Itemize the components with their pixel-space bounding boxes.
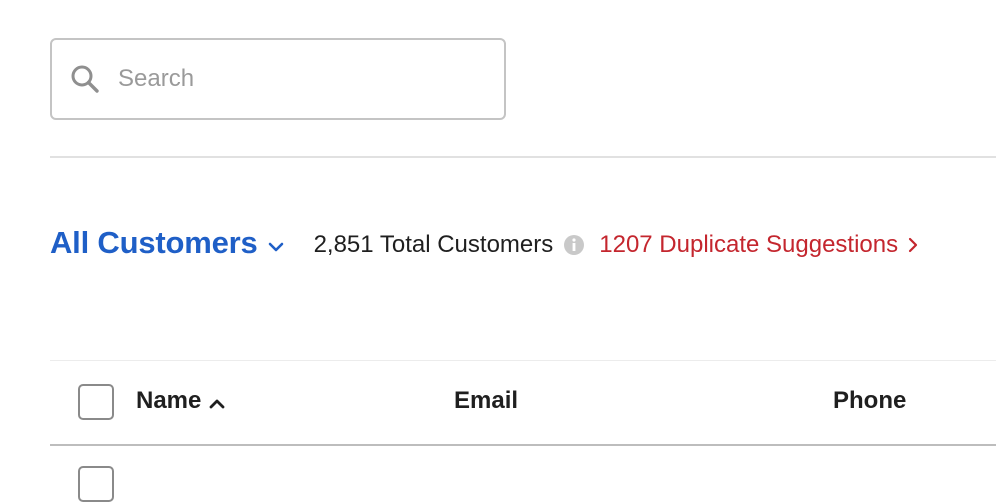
search-input[interactable] [118, 65, 458, 93]
duplicate-suggestions-label: 1207 Duplicate Suggestions [599, 231, 899, 258]
column-header-phone[interactable]: Phone [833, 387, 906, 415]
divider [50, 156, 996, 158]
chevron-right-icon [908, 237, 918, 253]
column-label: Phone [833, 387, 907, 414]
customers-summary: All Customers 2,851 Total Customers 1207… [50, 218, 918, 268]
search-icon [68, 62, 102, 96]
row-checkbox[interactable] [78, 466, 114, 502]
chevron-up-icon [209, 398, 225, 410]
chevron-down-icon [268, 241, 284, 253]
select-all-checkbox[interactable] [78, 384, 114, 420]
duplicate-suggestions-link[interactable]: 1207 Duplicate Suggestions [599, 231, 918, 259]
search-box[interactable] [50, 38, 506, 120]
divider [50, 360, 996, 361]
info-icon[interactable] [563, 234, 585, 256]
customer-view-dropdown[interactable]: All Customers [50, 225, 284, 261]
column-header-name[interactable]: Name [136, 387, 225, 415]
table-header: Name Email Phone [50, 362, 996, 444]
column-label: Email [454, 387, 519, 414]
divider [50, 444, 996, 446]
view-title: All Customers [50, 225, 258, 260]
total-customers-count: 2,851 Total Customers [313, 231, 554, 258]
column-label: Name [136, 387, 202, 414]
column-header-email[interactable]: Email [454, 387, 518, 415]
